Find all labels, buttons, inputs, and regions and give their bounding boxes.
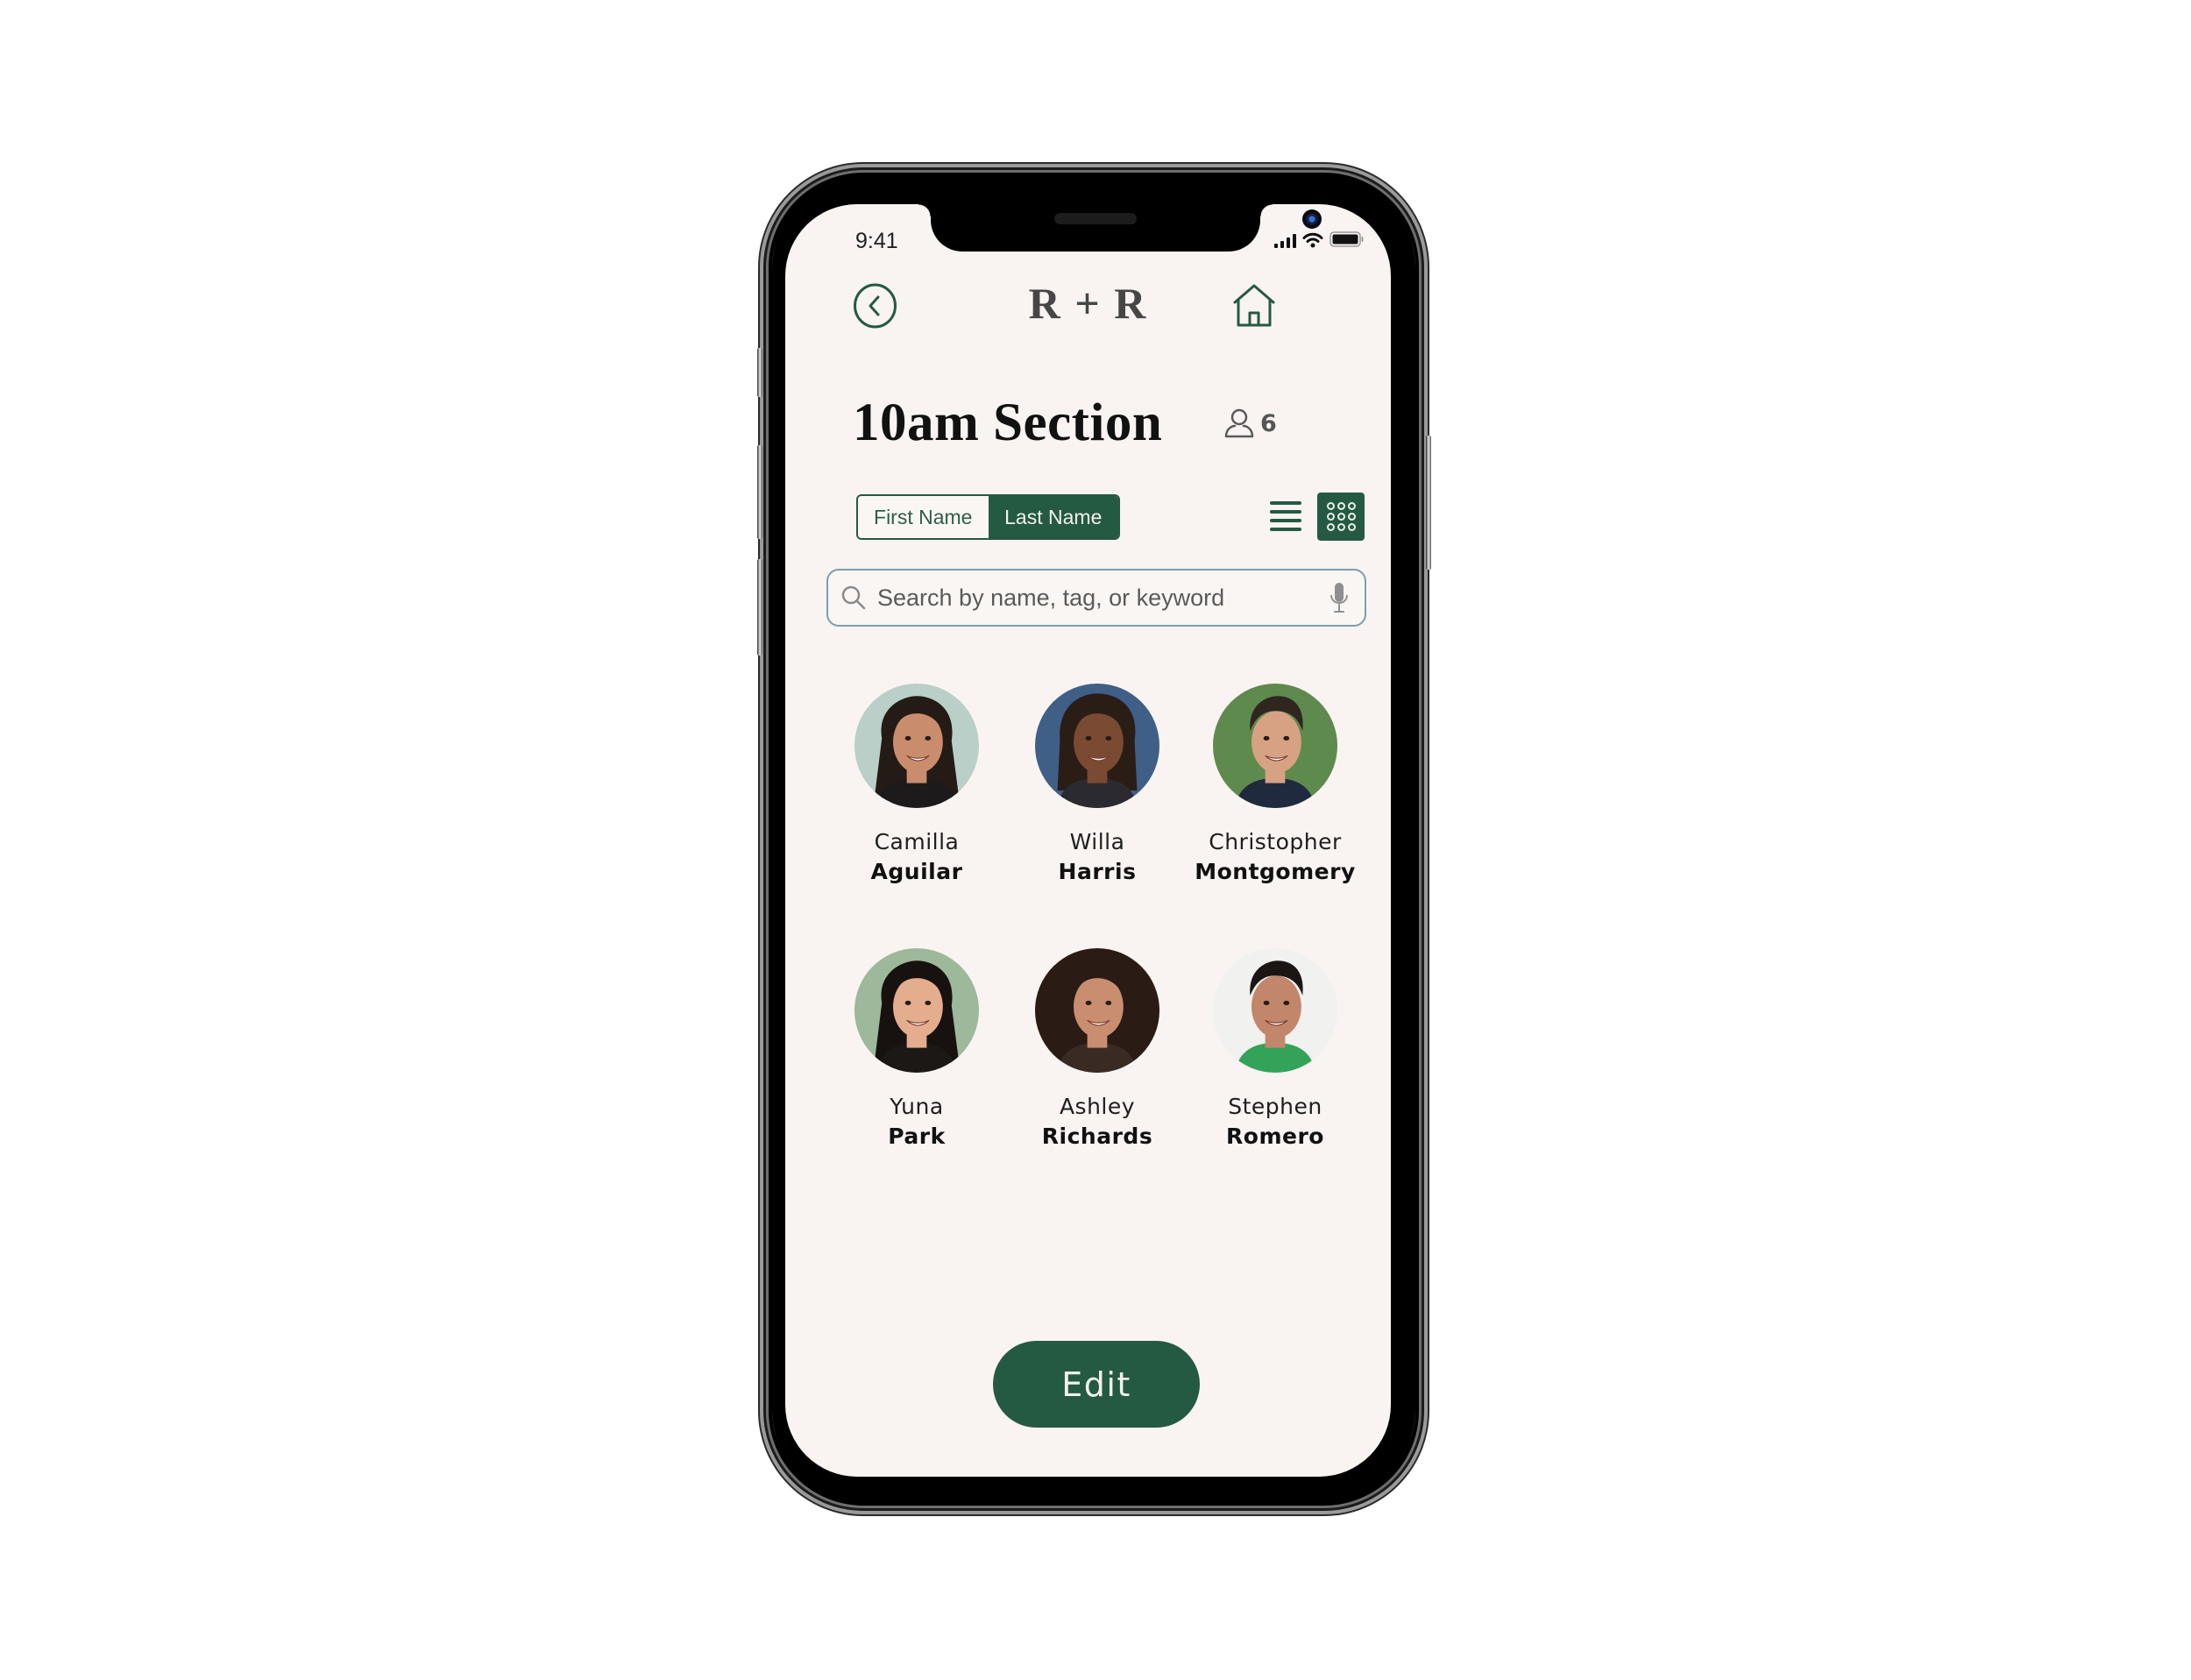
app-screen: 9:41 R + R 10am Section 6 First Name Las… — [785, 204, 1391, 1477]
student-first-name: Christopher — [1209, 829, 1342, 854]
home-button[interactable] — [1232, 283, 1276, 329]
grid-view-icon-dot — [1337, 513, 1345, 521]
avatar — [1213, 948, 1337, 1073]
home-icon — [1233, 284, 1275, 327]
edit-button[interactable]: Edit — [993, 1341, 1200, 1428]
grid-view-icon-dot — [1326, 513, 1335, 521]
student-first-name: Camilla — [874, 829, 960, 854]
search-bar — [826, 569, 1366, 627]
student-card[interactable]: Ashley Richards — [1001, 948, 1194, 1152]
student-card[interactable]: Stephen Romero — [1179, 948, 1372, 1152]
person-icon — [1224, 408, 1254, 438]
app-logo: R + R — [1028, 279, 1148, 328]
avatar — [1213, 684, 1337, 808]
avatar — [854, 684, 979, 808]
student-last-name: Montgomery — [1195, 859, 1356, 884]
grid-view-button[interactable] — [1317, 493, 1365, 541]
student-count-value: 6 — [1260, 409, 1277, 437]
grid-view-icon-dot — [1347, 523, 1356, 531]
avatar — [854, 948, 979, 1073]
battery-icon — [1329, 231, 1364, 247]
name-order-toggle: First Name Last Name — [856, 494, 1120, 540]
toggle-first-name[interactable]: First Name — [858, 496, 989, 538]
student-first-name: Ashley — [1059, 1094, 1136, 1119]
student-first-name: Yuna — [890, 1094, 944, 1119]
status-time: 9:41 — [855, 229, 898, 253]
student-last-name: Romero — [1226, 1124, 1324, 1149]
list-view-icon-line — [1270, 510, 1301, 514]
list-view-icon-line — [1270, 519, 1301, 522]
list-view-icon-line — [1270, 501, 1301, 505]
search-input[interactable] — [877, 584, 1329, 612]
grid-view-icon-dot — [1326, 502, 1335, 510]
avatar — [1035, 948, 1159, 1073]
grid-view-icon-dot — [1347, 513, 1356, 521]
grid-view-icon-dot — [1337, 502, 1345, 510]
student-card[interactable]: Camilla Aguilar — [820, 684, 1013, 887]
status-icons — [1274, 227, 1365, 248]
section-title: 10am Section — [853, 393, 1163, 452]
power-button — [1426, 436, 1431, 570]
earpiece-speaker — [1054, 213, 1137, 224]
microphone-icon[interactable] — [1329, 582, 1349, 613]
grid-view-icon-dot — [1337, 523, 1345, 531]
cellular-signal-icon — [1274, 234, 1296, 248]
avatar — [1035, 684, 1159, 808]
student-card[interactable]: Willa Harris — [1001, 684, 1194, 887]
mute-switch — [757, 348, 762, 397]
notch — [918, 204, 1322, 252]
student-count: 6 — [1223, 408, 1277, 439]
student-first-name: Stephen — [1228, 1094, 1322, 1119]
student-first-name: Willa — [1069, 829, 1125, 854]
front-camera — [1302, 209, 1322, 229]
toggle-last-name[interactable]: Last Name — [988, 496, 1118, 538]
list-view-icon-line — [1270, 528, 1301, 531]
list-view-button[interactable] — [1270, 500, 1301, 532]
student-last-name: Richards — [1041, 1124, 1153, 1149]
magnifier-icon — [841, 585, 866, 610]
student-last-name: Park — [888, 1124, 946, 1149]
volume-down-button — [757, 559, 762, 656]
student-last-name: Harris — [1058, 859, 1137, 884]
grid-view-icon-dot — [1326, 523, 1335, 531]
volume-up-button — [757, 445, 762, 539]
student-card[interactable]: Yuna Park — [820, 948, 1013, 1152]
student-last-name: Aguilar — [870, 859, 963, 884]
student-card[interactable]: Christopher Montgomery — [1179, 684, 1372, 887]
grid-view-icon-dot — [1347, 502, 1356, 510]
wifi-icon — [1302, 232, 1323, 248]
